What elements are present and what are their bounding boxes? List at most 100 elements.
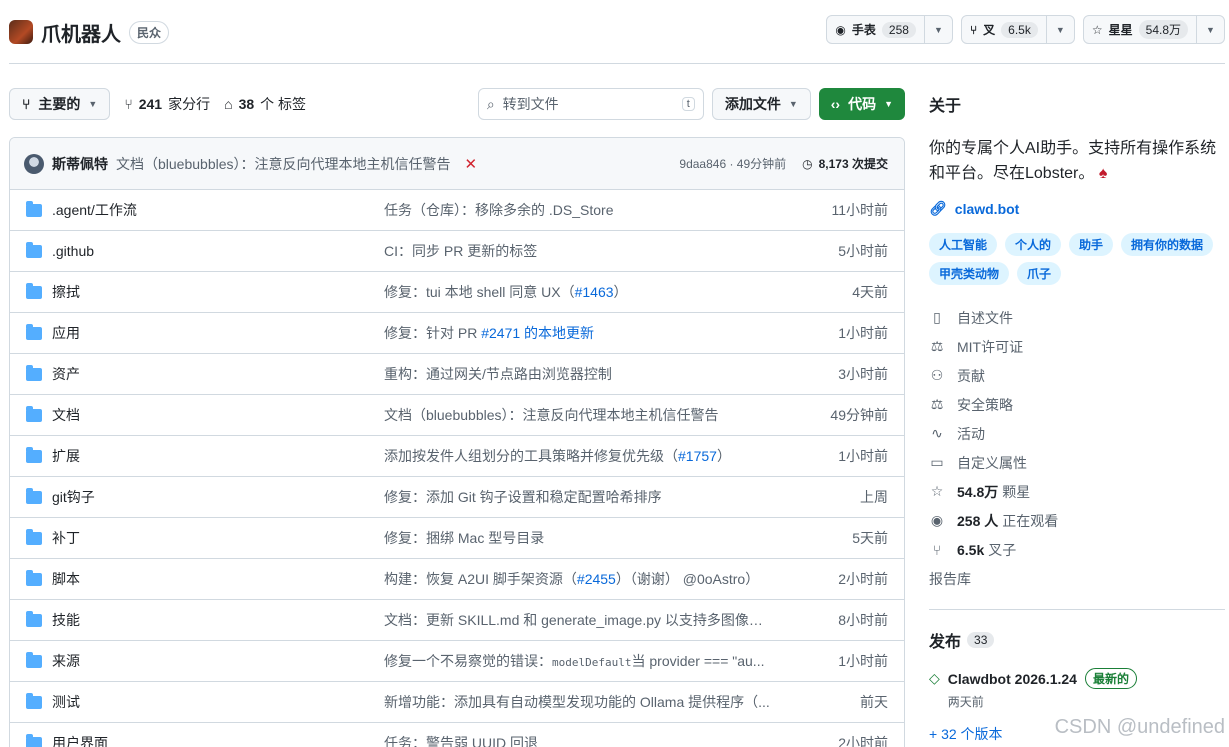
contributing-link[interactable]: ⚇ 贡献 [929,361,1225,390]
issue-link[interactable]: #2455 [577,571,616,587]
file-name-link[interactable]: git钩子 [52,487,384,507]
branch-select-button[interactable]: ⑂ 主要的 ▼ [9,88,111,120]
issue-link[interactable]: #1463 [575,284,614,300]
table-row[interactable]: 技能 文档：更新 SKILL.md 和 generate_image.py 以支… [10,600,904,641]
commit-message[interactable]: 文档（bluebubbles）：注意反向代理本地主机信任警告 [116,154,451,174]
file-commit-cell[interactable]: 任务：警告弱 UUID 回退 [384,733,794,747]
file-commit-message: 修复：针对 PR [384,325,482,341]
watch-button[interactable]: ◉ 手表 258 [827,16,924,43]
file-name-link[interactable]: 用户界面 [52,733,384,747]
fork-dropdown[interactable]: ▼ [1045,16,1074,43]
file-commit-cell[interactable]: 添加按发件人组划分的工具策略并修复优先级（#1757） [384,446,794,466]
website-link[interactable]: 🔗︎ clawd.bot [929,200,1225,217]
about-description-text: 你的专属个人AI助手。支持所有操作系统和平台。尽在Lobster。 [929,140,1217,182]
table-row[interactable]: 扩展 添加按发件人组划分的工具策略并修复优先级（#1757） 1小时前 [10,436,904,477]
file-name-link[interactable]: .agent/工作流 [52,200,384,220]
readme-link[interactable]: ▯ 自述文件 [929,303,1225,332]
file-commit-cell[interactable]: CI：同步 PR 更新的标签 [384,241,794,261]
file-commit-cell[interactable]: 文档：更新 SKILL.md 和 generate_image.py 以支持多图… [384,610,794,630]
file-name-link[interactable]: 文档 [52,405,384,425]
forks-link[interactable]: ⑂ 6.5k 叉子 [929,535,1225,564]
file-name-link[interactable]: 应用 [52,323,384,343]
stars-link[interactable]: ☆ 54.8万 颗星 [929,477,1225,506]
file-name-link[interactable]: 来源 [52,651,384,671]
file-commit-message: 文档：更新 SKILL.md 和 generate_image.py 以支持多图… [384,612,775,628]
report-repo-link[interactable]: 报告库 [929,564,1225,593]
table-row[interactable]: .agent/工作流 任务（仓库）：移除多余的 .DS_Store 11小时前 [10,190,904,231]
releases-heading[interactable]: 发布 33 [929,628,1225,652]
repo-name[interactable]: 爪机器人 [41,18,121,47]
file-commit-message-tail: ） [613,284,628,300]
table-row[interactable]: .github CI：同步 PR 更新的标签 5小时前 [10,231,904,272]
branches-link[interactable]: ⑂ 241 家分行 [124,94,210,114]
file-commit-cell[interactable]: 新增功能：添加具有自动模型发现功能的 Ollama 提供程序（... [384,692,794,712]
license-link[interactable]: ⚖ MIT许可证 [929,332,1225,361]
eye-icon: ◉ [835,22,846,37]
file-commit-cell[interactable]: 修复：针对 PR #2471 的本地更新 [384,323,794,343]
file-name-link[interactable]: 脚本 [52,569,384,589]
watchers-link[interactable]: ◉ 258 人正在观看 [929,506,1225,535]
watch-count: 258 [881,21,916,38]
table-row[interactable]: 来源 修复一个不易察觉的错误：modelDefault当 provider ==… [10,641,904,682]
file-name-link[interactable]: 补丁 [52,528,384,548]
fork-label: 叉 [983,23,996,37]
table-row[interactable]: 补丁 修复：捆绑 Mac 型号目录 5天前 [10,518,904,559]
file-name-link[interactable]: 扩展 [52,446,384,466]
file-commit-cell[interactable]: 重构：通过网关/节点路由浏览器控制 [384,364,794,384]
star-button[interactable]: ☆ 星星 54.8万 [1084,16,1196,43]
go-to-file-input[interactable]: ⌕ 转到文件 t [477,88,704,120]
security-policy-link[interactable]: ⚖ 安全策略 [929,390,1225,419]
issue-link[interactable]: #2471 的本地更新 [481,325,594,341]
file-commit-cell[interactable]: 修复一个不易察觉的错误：modelDefault当 provider === "… [384,651,794,671]
repo-avatar[interactable] [9,20,33,44]
file-commit-time: 4天前 [852,284,888,300]
file-commit-message: 修复一个不易察觉的错误： [384,653,552,669]
table-row[interactable]: 测试 新增功能：添加具有自动模型发现功能的 Ollama 提供程序（... 前天 [10,682,904,723]
file-commit-cell[interactable]: 任务（仓库）：移除多余的 .DS_Store [384,200,794,220]
file-name-link[interactable]: 资产 [52,364,384,384]
file-commit-cell[interactable]: 修复：tui 本地 shell 同意 UX（#1463） [384,282,794,302]
commit-history-link[interactable]: ◷ 8,173 次提交 [802,155,888,172]
topic-tag[interactable]: 助手 [1069,233,1114,256]
file-commit-cell[interactable]: 修复：添加 Git 钩子设置和稳定配置哈希排序 [384,487,794,507]
file-name-link[interactable]: 擦拭 [52,282,384,302]
tags-link[interactable]: ⌂ 38 个 标签 [224,94,306,114]
commit-status-fail-icon[interactable]: ✕ [465,155,478,173]
table-row[interactable]: 资产 重构：通过网关/节点路由浏览器控制 3小时前 [10,354,904,395]
issue-link[interactable]: #1757 [678,448,717,464]
file-name-link[interactable]: 测试 [52,692,384,712]
custom-properties-link[interactable]: ▭ 自定义属性 [929,448,1225,477]
code-button[interactable]: ‹› 代码 ▼ [818,88,905,120]
topic-tag[interactable]: 爪子 [1017,262,1062,285]
add-file-button[interactable]: 添加文件 ▼ [711,88,811,120]
tag-icon: ◇ [929,670,940,686]
table-row[interactable]: 脚本 构建：恢复 A2UI 脚手架资源（#2455）（谢谢） @0oAstro）… [10,559,904,600]
add-file-label: 添加文件 [724,96,781,112]
sidebar-divider [929,609,1225,610]
topic-tag[interactable]: 个人的 [1005,233,1062,256]
file-commit-cell[interactable]: 构建：恢复 A2UI 脚手架资源（#2455）（谢谢） @0oAstro） [384,569,794,589]
topic-tag[interactable]: 人工智能 [929,233,998,256]
topic-tag[interactable]: 甲壳类动物 [929,262,1010,285]
chevron-down-icon: ▼ [884,99,893,109]
fork-button[interactable]: ⑂ 叉 6.5k [962,16,1046,43]
table-row[interactable]: 用户界面 任务：警告弱 UUID 回退 2小时前 [10,723,904,747]
file-commit-cell[interactable]: 文档（bluebubbles）：注意反向代理本地主机信任警告 [384,405,794,425]
star-dropdown[interactable]: ▼ [1196,16,1224,43]
folder-icon [26,528,42,545]
table-row[interactable]: git钩子 修复：添加 Git 钩子设置和稳定配置哈希排序 上周 [10,477,904,518]
file-commit-cell[interactable]: 修复：捆绑 Mac 型号目录 [384,528,794,548]
watch-dropdown[interactable]: ▼ [923,16,952,43]
file-commit-message: 重构：通过网关/节点路由浏览器控制 [384,366,612,382]
commit-author-avatar[interactable] [24,153,44,174]
latest-release[interactable]: ◇ Clawdbot 2026.1.24 最新的 两天前 [929,668,1225,710]
commit-hash-time[interactable]: 9daa846 · 49分钟前 [679,155,786,172]
file-name-link[interactable]: .github [52,243,384,259]
table-row[interactable]: 应用 修复：针对 PR #2471 的本地更新 1小时前 [10,313,904,354]
file-name-link[interactable]: 技能 [52,610,384,630]
topic-tag[interactable]: 拥有你的数据 [1121,233,1214,256]
activity-link[interactable]: ∿ 活动 [929,419,1225,448]
table-row[interactable]: 擦拭 修复：tui 本地 shell 同意 UX（#1463） 4天前 [10,272,904,313]
commit-author[interactable]: 斯蒂佩特 [52,154,108,174]
table-row[interactable]: 文档 文档（bluebubbles）：注意反向代理本地主机信任警告 49分钟前 [10,395,904,436]
